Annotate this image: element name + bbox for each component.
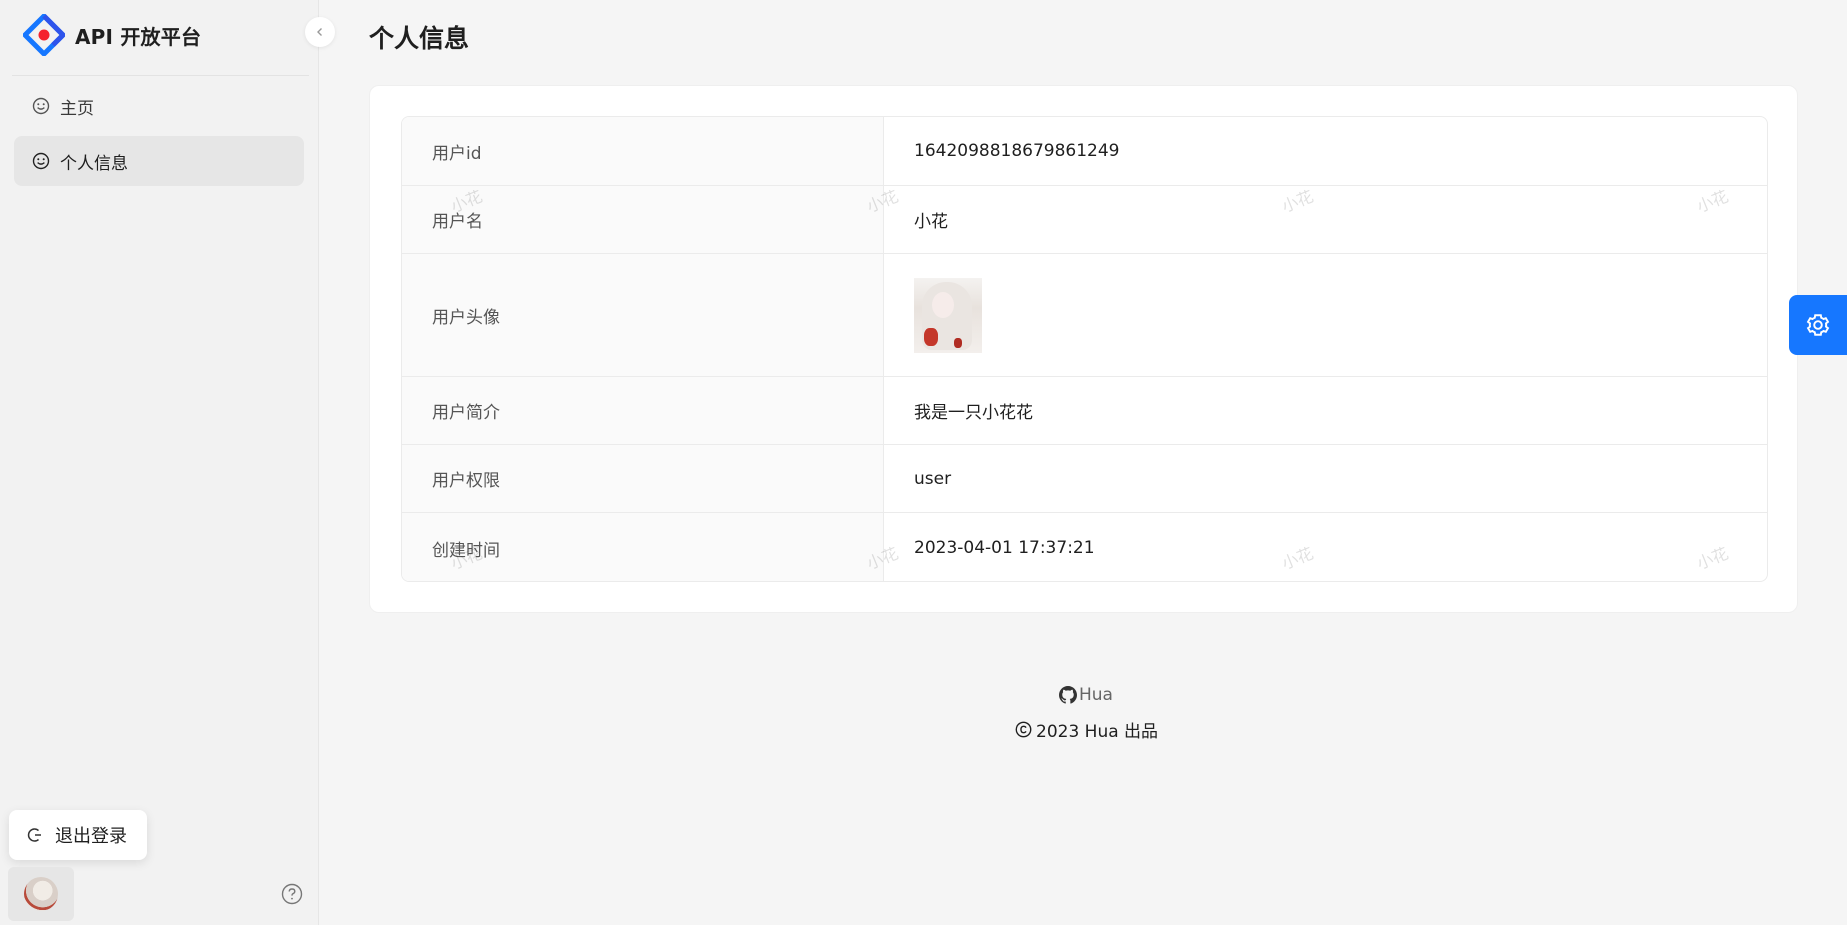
table-row: 用户名 小花: [402, 186, 1767, 254]
row-value: 小花: [914, 212, 948, 232]
github-link[interactable]: Hua: [1059, 685, 1113, 705]
row-label: 用户名: [402, 186, 884, 253]
table-row: 用户头像: [402, 254, 1767, 377]
copyright-icon: [1015, 721, 1032, 738]
smile-icon: [32, 97, 50, 115]
sidebar-item-label: 主页: [60, 98, 94, 119]
copyright: 2023 Hua 出品: [1015, 717, 1158, 742]
collapse-sidebar-button[interactable]: [305, 17, 335, 47]
row-label: 用户简介: [402, 377, 884, 444]
row-label: 用户权限: [402, 445, 884, 512]
row-label: 用户头像: [402, 254, 884, 376]
row-value: [884, 254, 1767, 376]
sidebar-item-home[interactable]: 主页: [14, 81, 304, 131]
table-row: 创建时间 2023-04-01 17:37:21: [402, 513, 1767, 581]
logo-icon: [23, 14, 65, 56]
question-icon[interactable]: [281, 883, 303, 905]
row-value: 我是一只小花花: [914, 403, 1033, 423]
page-title: 个人信息: [369, 24, 470, 53]
github-icon: [1059, 686, 1077, 704]
row-value: user: [914, 468, 952, 489]
app-title: API 开放平台: [75, 24, 202, 49]
profile-descriptions: 用户id 1642098818679861249 用户名 小花 用户头像 用户简…: [401, 116, 1768, 582]
user-avatar-button[interactable]: [8, 867, 74, 921]
chevron-left-icon: [317, 28, 322, 36]
row-value: 1642098818679861249: [914, 141, 1120, 161]
copyright-text: 2023 Hua 出品: [1036, 722, 1159, 742]
logout-button[interactable]: 退出登录: [9, 810, 147, 860]
logout-icon: [27, 828, 41, 842]
sidebar-item-label: 个人信息: [60, 153, 128, 174]
avatar: [24, 877, 58, 911]
user-avatar-image[interactable]: [914, 277, 982, 353]
app-logo[interactable]: API 开放平台: [23, 14, 201, 56]
table-row: 用户权限 user: [402, 445, 1767, 513]
profile-card: 用户id 1642098818679861249 用户名 小花 用户头像 用户简…: [369, 85, 1798, 613]
settings-drawer-button[interactable]: [1789, 295, 1847, 355]
divider: [12, 75, 309, 76]
sidebar: API 开放平台 主页 个人信息 退出登录: [0, 0, 319, 925]
table-row: 用户简介 我是一只小花花: [402, 377, 1767, 445]
gear-icon: [1806, 314, 1830, 336]
row-value: 2023-04-01 17:37:21: [914, 538, 1095, 558]
row-label: 创建时间: [402, 513, 884, 581]
table-row: 用户id 1642098818679861249: [402, 117, 1767, 186]
sidebar-item-profile[interactable]: 个人信息: [14, 136, 304, 186]
row-label: 用户id: [402, 117, 884, 185]
smile-icon: [32, 152, 50, 170]
logout-label: 退出登录: [55, 826, 127, 847]
github-link-label: Hua: [1079, 685, 1113, 705]
